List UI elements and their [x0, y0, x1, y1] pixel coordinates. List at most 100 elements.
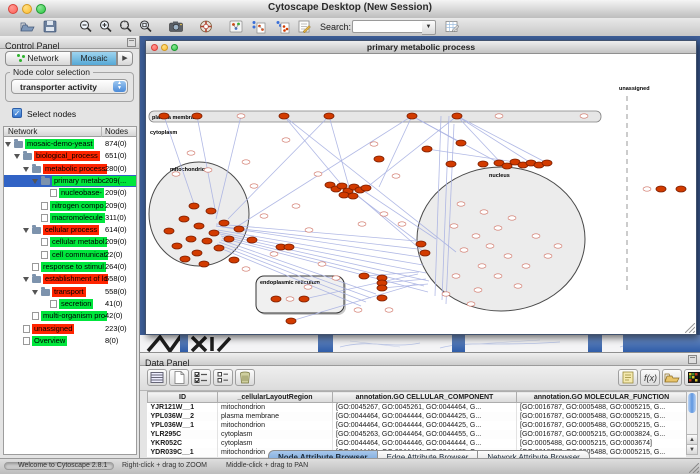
formula-icon[interactable]: f(x)	[640, 369, 660, 386]
network-node[interactable]	[234, 226, 244, 232]
node-label-marker[interactable]	[358, 222, 366, 226]
network-node[interactable]	[361, 185, 371, 191]
node-label-marker[interactable]	[242, 267, 250, 271]
node-label-marker[interactable]	[318, 262, 326, 266]
network-edge[interactable]	[457, 116, 547, 163]
network-node[interactable]	[452, 113, 462, 119]
network-node[interactable]	[186, 236, 196, 242]
select-nodes-checkbox[interactable]: ✓	[12, 108, 22, 118]
network-node[interactable]	[172, 243, 182, 249]
network-node[interactable]	[224, 236, 234, 242]
expand-arrow-icon[interactable]	[23, 228, 29, 233]
node-label-marker[interactable]	[494, 274, 502, 278]
network-node[interactable]	[199, 261, 209, 267]
network-node[interactable]	[348, 193, 358, 199]
node-label-marker[interactable]	[250, 184, 258, 188]
network-node[interactable]	[247, 237, 257, 243]
table-row[interactable]: YPL036W__2plasma membrane[GO:0044464, GO…	[148, 412, 687, 421]
node-label-marker[interactable]	[508, 216, 516, 220]
network-node[interactable]	[299, 296, 309, 302]
select-attributes-icon[interactable]	[191, 369, 211, 386]
node-label-marker[interactable]	[514, 284, 522, 288]
network-node[interactable]	[192, 113, 202, 119]
expand-arrow-icon[interactable]	[23, 167, 29, 172]
expand-arrow-icon[interactable]	[23, 277, 29, 282]
node-label-marker[interactable]	[532, 234, 540, 238]
network-node[interactable]	[377, 285, 387, 291]
open-session-icon[interactable]	[20, 19, 36, 34]
expand-arrow-icon[interactable]	[32, 290, 38, 295]
node-label-marker[interactable]	[472, 234, 480, 238]
node-label-marker[interactable]	[237, 114, 245, 118]
tree-row[interactable]: mosaic-demo-yeast874(0)	[4, 138, 136, 150]
network-node[interactable]	[324, 113, 334, 119]
network-node[interactable]	[202, 238, 212, 244]
new-attribute-icon[interactable]	[169, 369, 189, 386]
table-row[interactable]: YKR052Ccytoplasm[GO:0044464, GO:0044446,…	[148, 439, 687, 448]
tree-row[interactable]: Overview8(0)	[4, 335, 136, 347]
network-edge[interactable]	[382, 279, 426, 283]
tree-row[interactable]: unassigned223(0)	[4, 323, 136, 335]
table-row[interactable]: YJR121W__1mitochondrion[GO:0045267, GO:0…	[148, 403, 687, 413]
tree-row[interactable]: cell communicat22(0)	[4, 249, 136, 261]
node-label-marker[interactable]	[270, 252, 278, 256]
network-edge[interactable]	[238, 116, 412, 226]
save-session-icon[interactable]	[42, 19, 58, 34]
tree-row[interactable]: metabolic process280(0)	[4, 163, 136, 175]
node-label-marker[interactable]	[260, 214, 268, 218]
node-label-marker[interactable]	[474, 288, 482, 292]
table-scrollbar[interactable]: ▲ ▼	[686, 391, 698, 455]
node-label-marker[interactable]	[504, 254, 512, 258]
network-node[interactable]	[189, 203, 199, 209]
expand-arrow-icon[interactable]	[32, 179, 38, 184]
zoom-fit-icon[interactable]	[138, 19, 154, 34]
apply-layout-icon[interactable]	[250, 19, 266, 34]
table-row[interactable]: YLR295Ccytoplasm[GO:0045263, GO:0044464,…	[148, 430, 687, 439]
node-label-marker[interactable]	[242, 160, 250, 164]
tree-row[interactable]: transport558(0)	[4, 286, 136, 298]
zoom-out-icon[interactable]	[78, 19, 94, 34]
network-node[interactable]	[284, 244, 294, 250]
network-node[interactable]	[374, 156, 384, 162]
annotation-icon[interactable]	[296, 19, 312, 34]
network-node[interactable]	[279, 113, 289, 119]
node-label-marker[interactable]	[286, 297, 294, 301]
matrix-view-icon[interactable]	[684, 369, 700, 386]
attribute-grid-icon[interactable]	[147, 369, 167, 386]
node-label-marker[interactable]	[398, 222, 406, 226]
network-node[interactable]	[159, 113, 169, 119]
delete-attribute-icon[interactable]	[235, 369, 255, 386]
scrollbar-thumb[interactable]	[688, 393, 696, 413]
float-panel-icon[interactable]	[688, 355, 697, 364]
network-node[interactable]	[271, 296, 281, 302]
notes-icon[interactable]	[618, 369, 638, 386]
float-panel-icon[interactable]	[127, 38, 136, 47]
network-node[interactable]	[206, 208, 216, 214]
tree-row[interactable]: cellular metabol209(0)	[4, 236, 136, 248]
network-edge[interactable]	[228, 116, 329, 219]
network-node[interactable]	[229, 257, 239, 263]
network-node[interactable]	[416, 241, 426, 247]
resize-grip-icon[interactable]	[685, 323, 695, 333]
node-label-marker[interactable]	[187, 151, 195, 155]
scroll-up-icon[interactable]: ▲	[687, 434, 697, 444]
column-divider[interactable]	[101, 127, 102, 137]
node-label-marker[interactable]	[480, 210, 488, 214]
tree-row[interactable]: multi-organism pro42(0)	[4, 310, 136, 322]
expand-arrow-icon[interactable]	[14, 154, 20, 159]
network-node[interactable]	[214, 245, 224, 251]
tree-row[interactable]: nitrogen compo209(0)	[4, 200, 136, 212]
network-node[interactable]	[420, 250, 430, 256]
zoom-selected-icon[interactable]	[118, 19, 134, 34]
node-label-marker[interactable]	[467, 302, 475, 306]
node-label-marker[interactable]	[544, 254, 552, 258]
node-label-marker[interactable]	[292, 204, 300, 208]
network-node[interactable]	[179, 216, 189, 222]
network-node[interactable]	[209, 230, 219, 236]
node-label-marker[interactable]	[580, 114, 588, 118]
network-node[interactable]	[219, 220, 229, 226]
network-node[interactable]	[180, 256, 190, 262]
node-label-marker[interactable]	[392, 174, 400, 178]
attribute-editor-icon[interactable]	[444, 19, 460, 34]
node-label-marker[interactable]	[494, 226, 502, 230]
